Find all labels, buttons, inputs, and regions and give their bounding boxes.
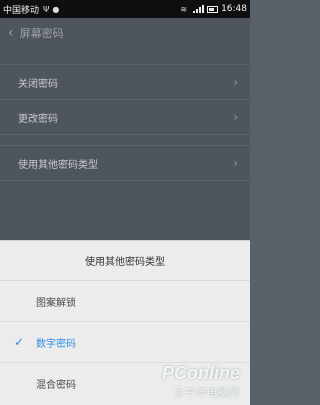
chevron-right-icon: › xyxy=(233,110,238,124)
usb-icon: Ψ xyxy=(43,4,50,14)
watermark-brand: PConline xyxy=(161,363,240,383)
option-numeric[interactable]: ✓ 数字密码 xyxy=(0,322,250,363)
settings-item-label: 关闭密码 xyxy=(18,78,58,90)
settings-item-label: 更改密码 xyxy=(18,113,58,125)
watermark: PConline 太平洋电脑网 xyxy=(162,363,240,399)
carrier-label: 中国移动 xyxy=(3,5,40,16)
signal-icon xyxy=(193,5,205,13)
status-bar: 中国移动 Ψ ● ≋ 16:48 xyxy=(0,0,250,18)
settings-item-label: 使用其他密码类型 xyxy=(18,159,98,171)
settings-screen: ‹ 屏幕密码 关闭密码 › 更改密码 › 使用其他密码类型 › xyxy=(0,18,250,240)
watermark-subtitle: 太平洋电脑网 xyxy=(174,388,240,399)
option-label: 混合密码 xyxy=(36,380,76,391)
password-type-dialog: 使用其他密码类型 图案解锁 ✓ 数字密码 混合密码 PConline 太平洋电脑… xyxy=(0,240,250,405)
chevron-right-icon: › xyxy=(233,75,238,89)
settings-item-disable-password[interactable]: 关闭密码 › xyxy=(0,65,250,100)
settings-item-change-password[interactable]: 更改密码 › xyxy=(0,100,250,135)
title-bar: ‹ 屏幕密码 xyxy=(0,18,250,48)
page-title: 屏幕密码 xyxy=(19,27,64,40)
option-label: 图案解锁 xyxy=(36,297,76,309)
settings-group: 使用其他密码类型 › xyxy=(0,145,250,181)
battery-icon xyxy=(207,5,219,13)
back-arrow-icon[interactable]: ‹ xyxy=(8,25,14,41)
option-pattern[interactable]: 图案解锁 xyxy=(0,281,250,322)
chevron-right-icon: › xyxy=(233,156,238,170)
settings-item-other-password-type[interactable]: 使用其他密码类型 › xyxy=(0,146,250,181)
wifi-icon: ≋ xyxy=(180,4,188,14)
dialog-title: 使用其他密码类型 xyxy=(0,241,250,281)
clock: 16:48 xyxy=(221,4,247,14)
check-icon: ✓ xyxy=(14,335,25,349)
settings-group: 关闭密码 › 更改密码 › xyxy=(0,64,250,135)
option-label: 数字密码 xyxy=(36,338,76,350)
notification-icon: ● xyxy=(52,4,60,14)
